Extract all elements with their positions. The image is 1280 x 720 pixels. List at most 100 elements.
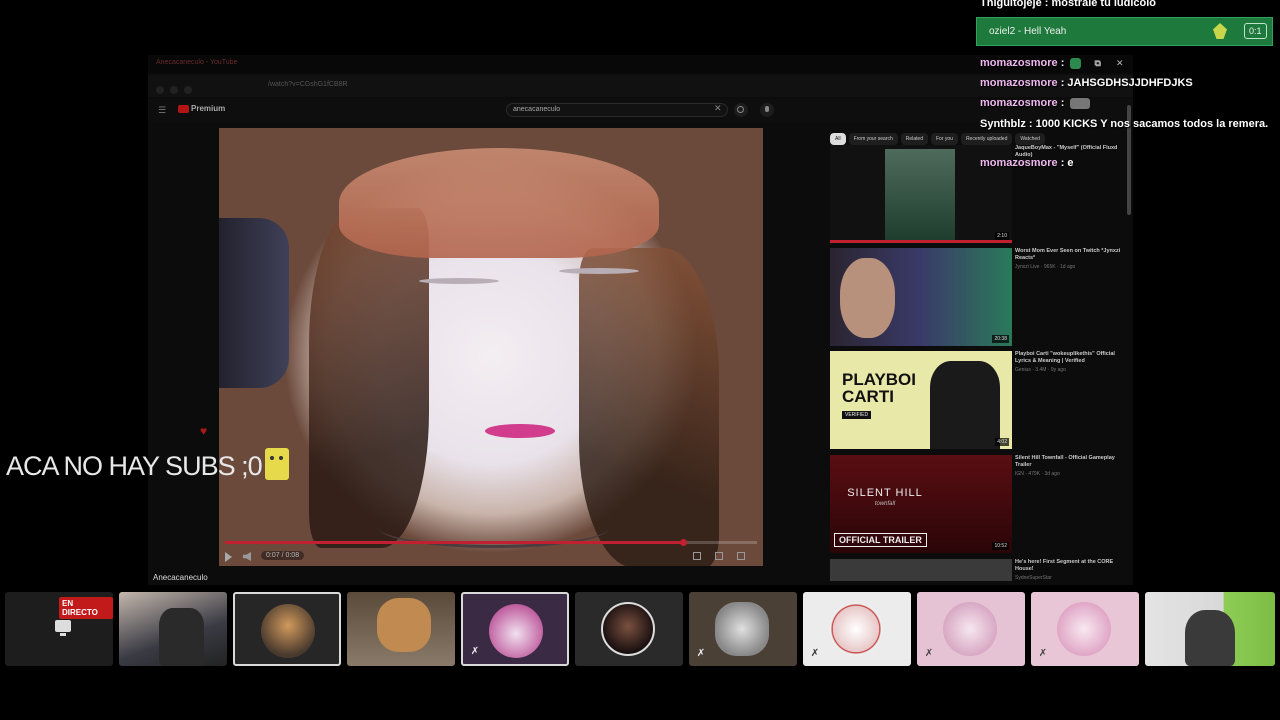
video-frame-detail bbox=[219, 218, 289, 388]
chip-related[interactable]: Related bbox=[900, 133, 928, 145]
thumbnail-text: SILENT HILL bbox=[847, 487, 923, 499]
muted-mic-icon: ✗ bbox=[696, 648, 706, 659]
recommendation-title[interactable]: Worst Mom Ever Seen on Twitch *Jynxzi Re… bbox=[1015, 248, 1125, 262]
participant-tile[interactable] bbox=[347, 592, 455, 666]
heart-icon: ♥ bbox=[200, 424, 208, 438]
search-icon[interactable] bbox=[734, 103, 748, 117]
settings-icon[interactable] bbox=[693, 552, 701, 560]
close-icon: ✕ bbox=[1116, 58, 1124, 68]
participant-avatar bbox=[261, 604, 315, 658]
thumbnail-subtext: townfall bbox=[874, 501, 896, 507]
participant-tile[interactable] bbox=[119, 592, 227, 666]
alert-text: oziel2 - Hell Yeah bbox=[989, 26, 1066, 37]
duration-badge: 4:02 bbox=[995, 438, 1009, 446]
participant-tile[interactable]: ✗ bbox=[689, 592, 797, 666]
recommendation-title[interactable]: Playboi Carti "wokeuplikethis" Official … bbox=[1015, 351, 1125, 365]
copy-icon: ⧉ bbox=[1094, 58, 1101, 68]
video-player[interactable]: 0:07 / 0:08 bbox=[219, 128, 763, 566]
participant-tile[interactable]: ✗ bbox=[917, 592, 1025, 666]
youtube-play-icon bbox=[178, 104, 189, 113]
recommendation-meta: Worst Mom Ever Seen on Twitch *Jynxzi Re… bbox=[1015, 248, 1125, 270]
chat-message: Synthblz : 1000 KICKS Y nos sacamos todo… bbox=[980, 117, 1276, 131]
time-display: 0:07 / 0:08 bbox=[261, 551, 305, 560]
gift-icon bbox=[1213, 23, 1227, 39]
gift-alert: oziel2 - Hell Yeah 0:1 bbox=[976, 17, 1273, 46]
chat-username: momazosmore bbox=[980, 57, 1058, 69]
participant-avatar bbox=[489, 604, 543, 658]
recommendation-meta: Silent Hill Townfall - Official Gameplay… bbox=[1015, 455, 1125, 477]
miniplayer-icon[interactable] bbox=[715, 552, 723, 560]
chat-text: : bbox=[1057, 97, 1065, 109]
recommendation-meta: He's here! First Segment at the CORE Hou… bbox=[1015, 559, 1125, 581]
recommendation-item[interactable]: PLAYBOI CARTI VERIFIED 4:02 Playboi Cart… bbox=[830, 351, 1130, 451]
watched-progress bbox=[830, 240, 1012, 243]
alert-user: oziel2 bbox=[989, 26, 1016, 37]
participant-video bbox=[1185, 610, 1235, 666]
spongebob-emote-icon bbox=[265, 448, 289, 480]
hamburger-menu-icon[interactable]: ☰ bbox=[158, 105, 166, 116]
participant-tile[interactable]: ✗ bbox=[803, 592, 911, 666]
emote-icon bbox=[1070, 97, 1091, 109]
play-icon[interactable] bbox=[225, 552, 232, 562]
recommendation-sub: Jynxzi Live · 965K · 1d ago bbox=[1015, 264, 1076, 270]
participant-avatar bbox=[943, 602, 997, 656]
progress-scrubber[interactable] bbox=[679, 539, 687, 546]
chat-text: : JAHSGDHSJJDHFDJKS bbox=[1057, 77, 1193, 89]
chat-message: momazosmore : e bbox=[980, 156, 1074, 170]
video-thumbnail[interactable]: PLAYBOI CARTI VERIFIED 4:02 bbox=[830, 351, 1012, 449]
fullscreen-icon[interactable] bbox=[737, 552, 745, 560]
thumbnail-text: PLAYBOI CARTI bbox=[842, 370, 917, 406]
video-thumbnail[interactable]: SILENT HILL townfall OFFICIAL TRAILER 10… bbox=[830, 455, 1012, 553]
alert-count: 0:1 bbox=[1244, 23, 1267, 39]
participant-tile[interactable] bbox=[1145, 592, 1275, 666]
chat-username: momazosmore bbox=[980, 97, 1058, 109]
participant-tile-screenshare[interactable]: EN DIRECTO bbox=[5, 592, 113, 666]
chat-message: momazosmore : ⧉ ✕ bbox=[980, 56, 1124, 70]
url-field[interactable]: /watch?v=CGshG1fCB8R bbox=[268, 81, 348, 88]
participant-avatar bbox=[715, 602, 769, 656]
live-badge: EN DIRECTO bbox=[59, 597, 113, 619]
verified-badge: VERIFIED bbox=[842, 411, 872, 419]
recommendation-item[interactable]: He's here! First Segment at the CORE Hou… bbox=[830, 559, 1130, 583]
participant-avatar bbox=[601, 602, 655, 656]
alert-message: - Hell Yeah bbox=[1015, 26, 1067, 37]
volume-icon[interactable] bbox=[243, 552, 251, 561]
recommendation-item[interactable]: 20:38 Worst Mom Ever Seen on Twitch *Jyn… bbox=[830, 248, 1130, 348]
muted-mic-icon: ✗ bbox=[1038, 648, 1048, 659]
chip-from-search[interactable]: From your search bbox=[848, 133, 898, 145]
participant-tile[interactable] bbox=[575, 592, 683, 666]
progress-bar[interactable] bbox=[225, 539, 757, 546]
chip-for-you[interactable]: For you bbox=[930, 133, 958, 145]
participant-tile[interactable]: ✗ bbox=[1031, 592, 1139, 666]
chat-message: momazosmore : JAHSGDHSJJDHFDJKS bbox=[980, 76, 1193, 90]
video-frame-detail bbox=[339, 148, 659, 258]
search-input[interactable]: anecacaneculo bbox=[506, 103, 728, 117]
recommendation-title[interactable]: He's here! First Segment at the CORE Hou… bbox=[1015, 559, 1125, 573]
chat-username: momazosmore bbox=[980, 157, 1058, 169]
trailer-badge: OFFICIAL TRAILER bbox=[834, 533, 927, 547]
participant-tile[interactable]: ✗ bbox=[461, 592, 569, 666]
youtube-logo[interactable]: Premium bbox=[178, 104, 225, 113]
muted-mic-icon: ✗ bbox=[810, 648, 820, 659]
muted-mic-icon: ✗ bbox=[924, 648, 934, 659]
recommendation-title[interactable]: Silent Hill Townfall - Official Gameplay… bbox=[1015, 455, 1125, 469]
nav-buttons[interactable] bbox=[156, 81, 206, 94]
chat-username: momazosmore bbox=[980, 77, 1058, 89]
participant-avatar bbox=[1057, 602, 1111, 656]
player-right-controls bbox=[633, 552, 753, 562]
recommendation-item[interactable]: SILENT HILL townfall OFFICIAL TRAILER 10… bbox=[830, 455, 1130, 555]
microphone-icon[interactable] bbox=[760, 103, 774, 117]
thumbnail-detail bbox=[840, 258, 895, 338]
browser-tab[interactable]: Anecacaneculo - YouTube bbox=[156, 59, 237, 66]
participant-tile[interactable] bbox=[233, 592, 341, 666]
recommendation-sub: SydneSuperStar bbox=[1015, 575, 1052, 581]
recommendation-sub: Genius · 3.4M · 9y ago bbox=[1015, 367, 1066, 373]
thumbnail-detail bbox=[885, 149, 955, 241]
recommendation-meta: Playboi Carti "wokeuplikethis" Official … bbox=[1015, 351, 1125, 373]
chat-text: : 1000 KICKS Y nos sacamos todos la reme… bbox=[1025, 118, 1269, 130]
chip-all[interactable]: All bbox=[830, 133, 846, 145]
video-thumbnail[interactable]: 20:38 bbox=[830, 248, 1012, 346]
clear-search-icon[interactable]: ✕ bbox=[714, 103, 722, 114]
video-frame-detail bbox=[485, 424, 555, 438]
video-thumbnail[interactable] bbox=[830, 559, 1012, 581]
